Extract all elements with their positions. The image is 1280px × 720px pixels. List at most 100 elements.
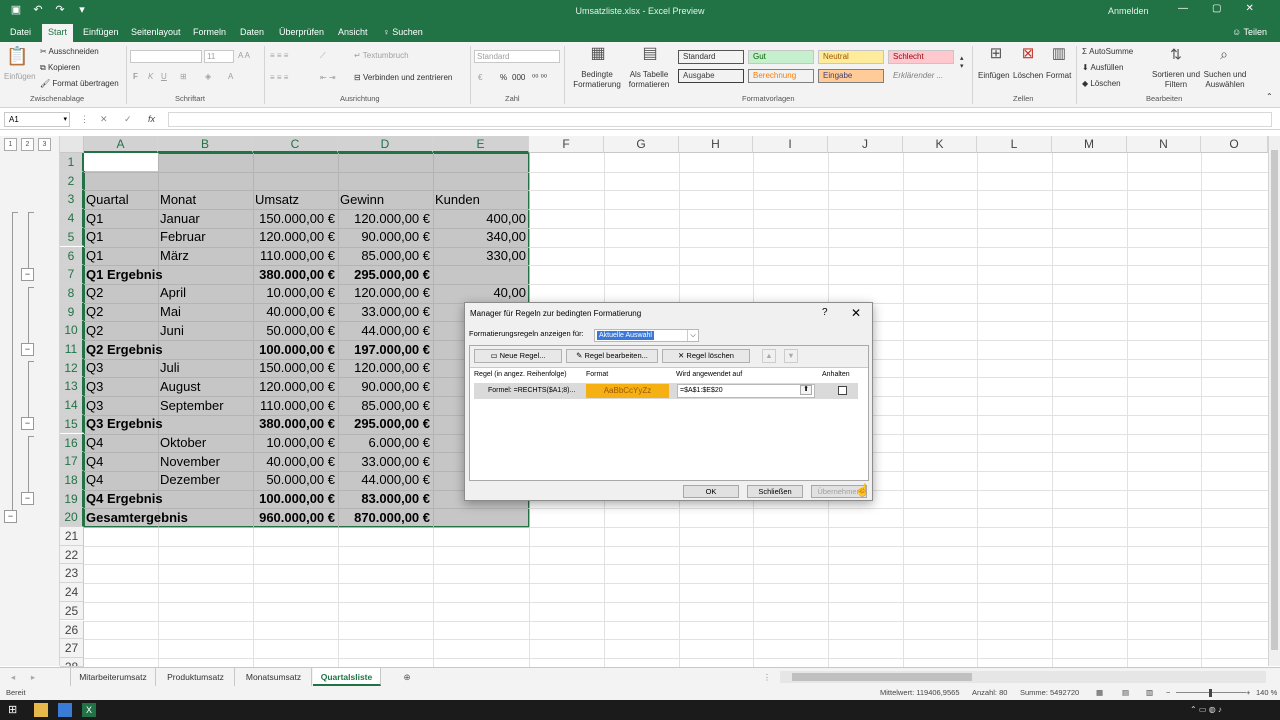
- sort-filter-icon[interactable]: ⇅: [1166, 46, 1186, 66]
- row-header[interactable]: 10: [60, 321, 84, 340]
- table-cell[interactable]: 85.000,00 €: [340, 247, 430, 265]
- table-cell[interactable]: Q4: [86, 471, 155, 489]
- insert-function-icon[interactable]: fx: [148, 114, 155, 124]
- table-cell[interactable]: 10.000,00 €: [255, 434, 335, 452]
- zoom-slider-thumb[interactable]: [1209, 689, 1212, 697]
- tab-seitenlayout[interactable]: Seitenlayout: [131, 27, 181, 37]
- find-select-icon[interactable]: ⌕: [1214, 46, 1234, 66]
- table-cell[interactable]: 10.000,00 €: [255, 284, 335, 302]
- sheet-tab[interactable]: Produktumsatz: [157, 668, 235, 686]
- column-header[interactable]: A: [84, 136, 158, 153]
- table-cell[interactable]: 295.000,00 €: [340, 415, 430, 433]
- row-header[interactable]: 13: [60, 377, 84, 397]
- table-cell[interactable]: 380.000,00 €: [255, 415, 335, 433]
- column-header[interactable]: D: [338, 136, 433, 153]
- next-sheet-icon[interactable]: ▸: [24, 668, 42, 686]
- delete-cells-button[interactable]: Löschen: [1013, 71, 1043, 80]
- column-header[interactable]: K: [903, 136, 977, 153]
- table-cell[interactable]: März: [160, 247, 250, 265]
- table-cell[interactable]: 90.000,00 €: [340, 228, 430, 246]
- font-size-input[interactable]: 11: [204, 50, 234, 63]
- outline-level-1[interactable]: 1: [4, 138, 17, 151]
- style-standard[interactable]: Standard: [678, 50, 744, 64]
- column-header[interactable]: J: [828, 136, 903, 153]
- show-rules-select[interactable]: Aktuelle Auswahl ⌵: [594, 329, 699, 342]
- table-cell[interactable]: Q2 Ergebnis: [86, 341, 163, 359]
- conditional-format-icon[interactable]: ▦: [588, 46, 608, 66]
- close-icon[interactable]: ✕: [1245, 3, 1253, 14]
- bold-button[interactable]: F: [133, 72, 138, 81]
- mail-icon[interactable]: [58, 703, 72, 717]
- table-cell[interactable]: Januar: [160, 210, 250, 228]
- row-header[interactable]: 7: [60, 265, 84, 284]
- prev-sheet-icon[interactable]: ◂: [4, 668, 22, 686]
- row-header[interactable]: 28: [60, 657, 84, 667]
- tab-daten[interactable]: Daten: [240, 27, 264, 37]
- share-button[interactable]: ☺ Teilen: [1232, 27, 1267, 37]
- table-cell[interactable]: Juli: [160, 359, 250, 377]
- zoom-out-icon[interactable]: −: [1166, 688, 1170, 697]
- row-header[interactable]: 2: [60, 171, 84, 191]
- table-cell[interactable]: Dezember: [160, 471, 250, 489]
- underline-button[interactable]: U: [161, 72, 167, 81]
- sheet-tab-active[interactable]: Quartalsliste: [313, 668, 381, 686]
- row-header[interactable]: 15: [60, 414, 84, 434]
- table-cell[interactable]: Q1 Ergebnis: [86, 266, 163, 284]
- collapse-q1-button[interactable]: −: [21, 268, 34, 281]
- format-cells-button[interactable]: Format: [1046, 71, 1071, 80]
- column-header[interactable]: G: [604, 136, 679, 153]
- row-header[interactable]: 20: [60, 508, 84, 527]
- row-header[interactable]: 11: [60, 340, 84, 359]
- align-left-icon[interactable]: ≡ ≡ ≡: [270, 73, 288, 82]
- collapse-ribbon-icon[interactable]: ⌃: [1266, 92, 1273, 101]
- name-box[interactable]: A1 ▾: [4, 112, 70, 127]
- table-cell[interactable]: 33.000,00 €: [340, 453, 430, 471]
- grow-font-icon[interactable]: A A: [238, 51, 250, 60]
- row-header[interactable]: 26: [60, 620, 84, 640]
- column-header[interactable]: F: [529, 136, 604, 153]
- table-cell[interactable]: Gesamtergebnis: [86, 509, 188, 527]
- table-cell[interactable]: 295.000,00 €: [340, 266, 430, 284]
- vertical-scroll-thumb[interactable]: [1271, 150, 1278, 650]
- tell-me-search[interactable]: ♀ Suchen: [383, 27, 423, 37]
- tab-einfuegen[interactable]: Einfügen: [83, 27, 119, 37]
- column-header[interactable]: M: [1052, 136, 1127, 153]
- table-cell[interactable]: Q3: [86, 378, 155, 396]
- table-cell[interactable]: Q1: [86, 210, 155, 228]
- row-header[interactable]: 4: [60, 209, 84, 228]
- zoom-in-icon[interactable]: +: [1246, 688, 1250, 697]
- zoom-level[interactable]: 140 %: [1256, 688, 1277, 697]
- move-down-button[interactable]: ▼: [784, 349, 798, 363]
- table-cell[interactable]: 50.000,00 €: [255, 322, 335, 340]
- page-break-icon[interactable]: ▥: [1146, 688, 1153, 697]
- merge-center-button[interactable]: ⊟ Verbinden und zentrieren: [354, 73, 452, 82]
- vertical-scrollbar[interactable]: [1268, 136, 1280, 666]
- windows-start-icon[interactable]: ⊞: [8, 703, 22, 717]
- style-neutral[interactable]: Neutral: [818, 50, 884, 64]
- ok-button[interactable]: OK: [683, 485, 739, 498]
- row-header[interactable]: 16: [60, 433, 84, 453]
- table-cell[interactable]: 40.000,00 €: [255, 453, 335, 471]
- format-as-table-button[interactable]: Als Tabelle formatieren: [624, 70, 674, 90]
- style-bad[interactable]: Schlecht: [888, 50, 954, 64]
- percent-button[interactable]: %: [500, 73, 507, 82]
- sheet-tab[interactable]: Monatsumsatz: [236, 668, 312, 686]
- table-cell[interactable]: 197.000,00 €: [340, 341, 430, 359]
- edit-rule-button[interactable]: ✎ Regel bearbeiten...: [566, 349, 658, 363]
- outline-level-3[interactable]: 3: [38, 138, 51, 151]
- table-cell[interactable]: 120.000,00 €: [340, 210, 430, 228]
- table-cell[interactable]: Q3 Ergebnis: [86, 415, 163, 433]
- row-header[interactable]: 14: [60, 396, 84, 415]
- autosum-button[interactable]: Σ AutoSumme: [1082, 47, 1133, 56]
- row-header[interactable]: 17: [60, 452, 84, 471]
- table-cell[interactable]: 90.000,00 €: [340, 378, 430, 396]
- tab-start[interactable]: Start: [42, 24, 74, 42]
- fill-button[interactable]: ⬇ Ausfüllen: [1082, 63, 1123, 72]
- restore-icon[interactable]: ▢: [1212, 3, 1221, 14]
- style-calculation[interactable]: Berechnung: [748, 69, 814, 83]
- row-header[interactable]: 9: [60, 302, 84, 322]
- table-cell[interactable]: 40,00: [435, 284, 526, 302]
- row-header[interactable]: 3: [60, 190, 84, 210]
- table-cell[interactable]: 150.000,00 €: [255, 359, 335, 377]
- minimize-icon[interactable]: —: [1178, 3, 1188, 14]
